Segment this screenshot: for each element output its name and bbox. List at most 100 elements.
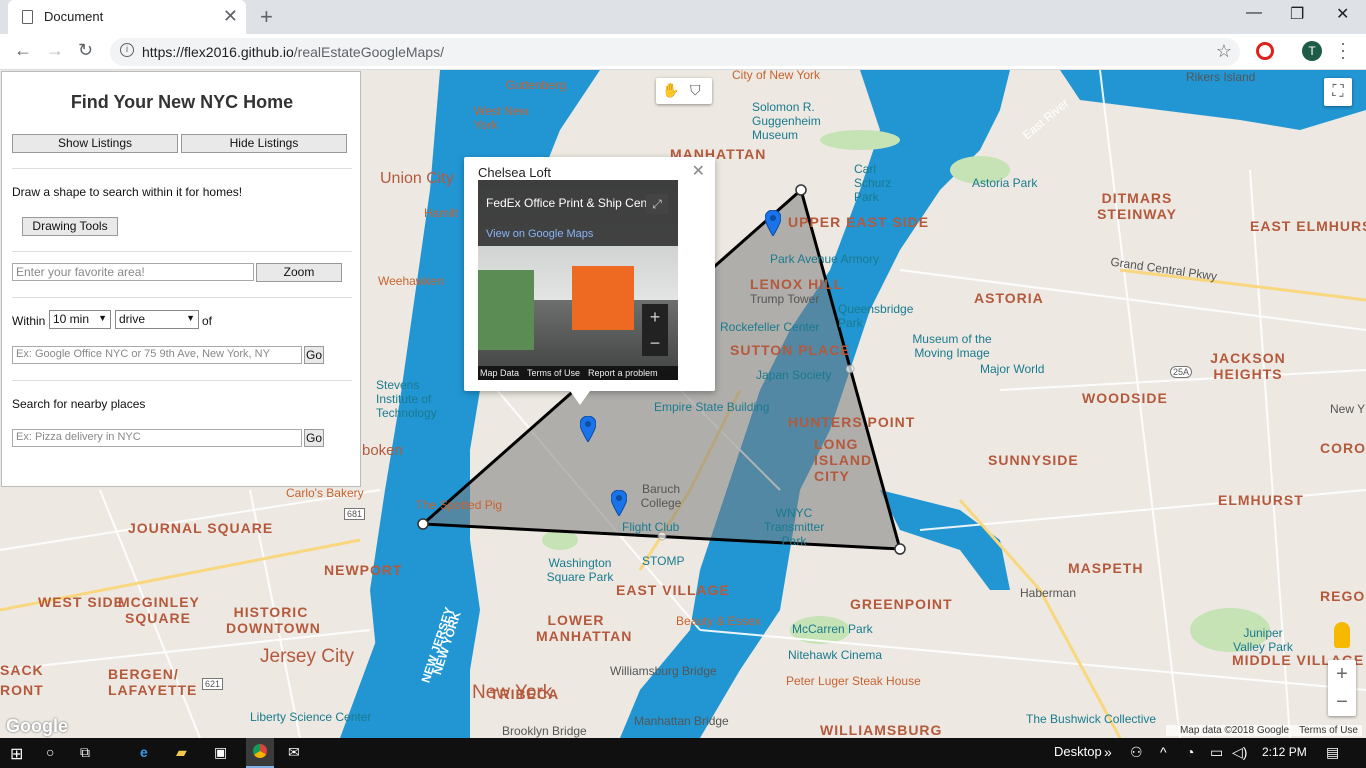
tab-strip: Document ✕ + — ❐ ✕ xyxy=(0,0,1366,34)
fullscreen-icon[interactable]: ⛶ xyxy=(1324,78,1352,106)
new-tab-icon[interactable]: + xyxy=(260,4,273,30)
label-guttenberg: Guttenberg xyxy=(506,78,567,92)
zoom-out-icon[interactable]: − xyxy=(1328,688,1356,716)
edge-icon[interactable]: e xyxy=(140,744,148,760)
zoom-out-icon[interactable]: − xyxy=(642,330,668,356)
label-juniper-valley: Juniper Valley Park xyxy=(1233,626,1293,654)
clock[interactable]: 2:12 PM xyxy=(1262,745,1307,759)
chrome-taskbar-button[interactable] xyxy=(246,738,274,768)
go-places-button[interactable]: Go xyxy=(304,429,324,447)
bookmark-star-icon[interactable]: ☆ xyxy=(1216,41,1232,62)
label-hunters-point: HUNTERS POINT xyxy=(788,414,916,430)
label-washington-square: Washington Square Park xyxy=(546,556,614,584)
close-icon[interactable]: ✕ xyxy=(692,161,705,181)
zoom-in-icon[interactable]: + xyxy=(642,304,668,330)
label-east-village: EAST VILLAGE xyxy=(616,582,730,598)
expand-icon[interactable]: ⤢ xyxy=(646,194,668,214)
label-beauty-essex: Beauty & Essex xyxy=(676,614,761,628)
browser-tab[interactable]: Document ✕ xyxy=(8,0,246,34)
label-maspeth: MASPETH xyxy=(1068,560,1144,576)
forward-icon[interactable]: → xyxy=(46,40,64,61)
label-baruch: Baruch College xyxy=(640,482,682,510)
close-tab-icon[interactable]: ✕ xyxy=(223,6,238,27)
label-spotted-pig: The Spotted Pig xyxy=(416,498,503,512)
file-explorer-icon[interactable]: ▰ xyxy=(176,744,187,761)
map-attribution: Map data ©2018 Google Terms of Use xyxy=(1165,725,1362,736)
search-within-time-input[interactable]: Ex: Google Office NYC or 75 9th Ave, New… xyxy=(12,346,302,364)
hand-icon[interactable]: ✋ xyxy=(662,82,679,99)
people-icon[interactable]: ⚇ xyxy=(1130,744,1143,761)
zoom-in-icon[interactable]: + xyxy=(1328,660,1356,688)
info-window: Chelsea Loft ✕ FedEx Office Print & Ship… xyxy=(464,157,715,391)
cortana-icon[interactable]: ○ xyxy=(46,744,54,760)
polygon-tool-icon[interactable]: ⛉ xyxy=(690,82,701,99)
reload-icon[interactable]: ↻ xyxy=(78,40,93,61)
windows-start-icon[interactable]: ⊞ xyxy=(10,744,23,764)
close-window-icon[interactable]: ✕ xyxy=(1336,4,1349,24)
listing-marker[interactable] xyxy=(765,210,781,236)
places-search-input[interactable]: Ex: Pizza delivery in NYC xyxy=(12,429,302,447)
info-window-tail xyxy=(570,391,590,405)
store-icon[interactable]: ▣ xyxy=(214,744,227,761)
minimize-icon[interactable]: — xyxy=(1246,4,1262,22)
wifi-icon[interactable]: ◔ xyxy=(1186,744,1194,760)
label-sunnyside: SUNNYSIDE xyxy=(988,452,1079,468)
drawing-tools-button[interactable]: Drawing Tools xyxy=(22,217,118,236)
info-icon[interactable]: i xyxy=(120,43,134,57)
terms-link[interactable]: Terms of Use xyxy=(1299,725,1358,736)
label-greenpoint: GREENPOINT xyxy=(850,596,953,612)
listing-marker[interactable] xyxy=(580,416,596,442)
info-window-title: Chelsea Loft xyxy=(478,165,551,180)
document-icon xyxy=(22,10,33,24)
back-icon[interactable]: ← xyxy=(14,40,32,61)
label-queensbridge: Queensbridge Park xyxy=(838,302,914,330)
show-listings-button[interactable]: Show Listings xyxy=(12,134,178,153)
opera-extension-icon[interactable] xyxy=(1256,42,1274,60)
label-jackson-heights: JACKSON HEIGHTS xyxy=(1210,350,1286,382)
task-view-icon[interactable]: ⧉ xyxy=(80,744,90,761)
label-astoria: ASTORIA xyxy=(974,290,1044,306)
max-duration-select[interactable]: 10 min ▼ xyxy=(49,310,111,329)
label-sutton-place: SUTTON PLACE xyxy=(730,342,851,358)
label-hamilton: Hamilt xyxy=(424,206,459,220)
mail-icon[interactable]: ✉ xyxy=(288,744,300,761)
battery-icon[interactable]: ▭ xyxy=(1210,744,1223,761)
label-peter-luger: Peter Luger Steak House xyxy=(786,674,921,688)
view-on-google-maps-link[interactable]: View on Google Maps xyxy=(486,228,593,240)
label-ditmars-steinway: DITMARS STEINWAY xyxy=(1097,190,1177,222)
label-williamsburg: WILLIAMSBURG xyxy=(820,722,943,738)
zoom-button[interactable]: Zoom xyxy=(256,263,342,282)
label-lower-manhattan: LOWER MANHATTAN xyxy=(536,612,633,644)
windows-taskbar: ⊞ ○ ⧉ e ▰ ▣ ✉ Desktop » ⚇ ^ ◔ ▭ ◁) 2:12 … xyxy=(0,738,1366,768)
restore-icon[interactable]: ❐ xyxy=(1290,4,1304,24)
label-brooklyn-bridge: Brooklyn Bridge xyxy=(502,724,587,738)
label-mcginley-square: MCGINLEY SQUARE xyxy=(118,594,200,626)
street-view-place-name: FedEx Office Print & Ship Center xyxy=(486,196,662,210)
chevron-up-icon[interactable]: ^ xyxy=(1160,744,1167,760)
address-bar[interactable]: i https://flex2016.github.io/realEstateG… xyxy=(110,38,1240,66)
pegman-icon[interactable] xyxy=(1334,622,1350,648)
street-view-panorama[interactable]: FedEx Office Print & Ship Center View on… xyxy=(478,180,678,380)
label-trump-tower: Trump Tower xyxy=(750,292,820,306)
hide-listings-button[interactable]: Hide Listings xyxy=(181,134,347,153)
label-west-side: WEST SIDE xyxy=(38,594,125,610)
chevron-icon[interactable]: » xyxy=(1104,744,1112,760)
desktop-toolbar[interactable]: Desktop xyxy=(1054,744,1102,759)
travel-mode-select[interactable]: drive ▼ xyxy=(115,310,199,329)
google-logo: Google xyxy=(6,716,68,736)
volume-icon[interactable]: ◁) xyxy=(1232,744,1247,761)
listing-marker[interactable] xyxy=(611,490,627,516)
label-woodside: WOODSIDE xyxy=(1082,390,1168,406)
label-bergen-lafayette: BERGEN/ LAFAYETTE xyxy=(108,666,198,698)
favorite-area-input[interactable]: Enter your favorite area! xyxy=(12,263,254,281)
label-astoria-park: Astoria Park xyxy=(972,176,1038,190)
label-journal-square: JOURNAL SQUARE xyxy=(128,520,274,536)
notification-icon[interactable]: ▤ xyxy=(1326,744,1339,761)
draw-prompt: Draw a shape to search within it for hom… xyxy=(12,185,243,199)
label-wnyc: WNYC Transmitter Park xyxy=(764,506,825,548)
of-label: of xyxy=(202,314,213,328)
avatar[interactable]: T xyxy=(1302,41,1322,61)
menu-icon[interactable]: · · · xyxy=(1340,34,1346,66)
within-label: Within xyxy=(12,314,46,328)
go-button[interactable]: Go xyxy=(304,346,324,364)
